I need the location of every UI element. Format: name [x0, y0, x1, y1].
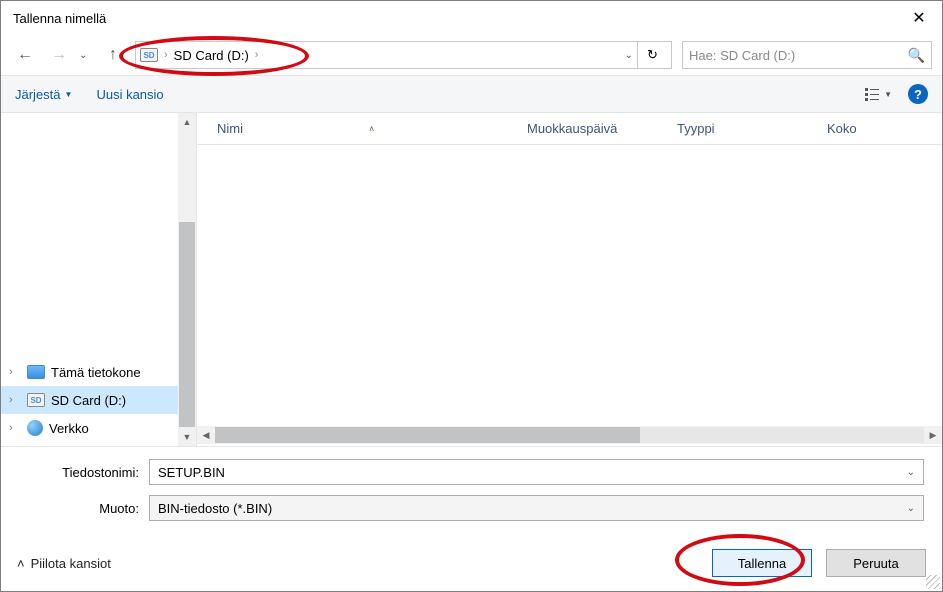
sidebar-item-label: Verkko	[49, 421, 89, 436]
chevron-up-icon: ˄	[17, 556, 25, 571]
format-label: Muoto:	[19, 501, 149, 516]
scroll-right-icon[interactable]: ▶	[924, 426, 942, 444]
column-modified-label: Muokkauspäivä	[527, 121, 617, 136]
navbar: ← → ⌄ ↑ SD › SD Card (D:) › ⌄ ↻ Hae: SD …	[1, 35, 942, 75]
breadcrumb-separator: ›	[255, 49, 259, 61]
up-button[interactable]: ↑	[101, 43, 125, 67]
breadcrumb-separator: ›	[164, 49, 168, 61]
resize-grip[interactable]	[926, 575, 940, 589]
recent-locations-button[interactable]: ⌄	[79, 50, 95, 61]
nav-tree: › Tämä tietokone › SD SD Card (D:) › Ver…	[1, 358, 196, 446]
search-input[interactable]: Hae: SD Card (D:) 🔍	[682, 41, 932, 69]
column-headers: Nimi ˄ Muokkauspäivä Tyyppi Koko	[197, 113, 942, 145]
sd-card-icon: SD	[140, 48, 158, 62]
file-pane: Nimi ˄ Muokkauspäivä Tyyppi Koko ◀ ▶	[197, 113, 942, 446]
view-options-button[interactable]: ▼	[864, 86, 892, 102]
chevron-right-icon[interactable]: ›	[9, 422, 21, 434]
format-select[interactable]: BIN-tiedosto (*.BIN) ⌄	[149, 495, 924, 521]
close-button[interactable]: ✕	[896, 1, 942, 35]
chevron-down-icon: ▼	[65, 90, 73, 99]
forward-button[interactable]: →	[45, 41, 73, 69]
file-list[interactable]	[197, 145, 942, 426]
toolbar: Järjestä ▼ Uusi kansio ▼ ?	[1, 75, 942, 113]
arrow-up-icon: ↑	[109, 46, 117, 64]
sd-card-icon: SD	[27, 393, 45, 407]
help-icon: ?	[914, 87, 922, 102]
breadcrumb-location[interactable]: SD Card (D:)	[174, 48, 249, 63]
footer: ˄ Piilota kansiot Tallenna Peruuta	[1, 539, 942, 591]
scrollbar-thumb[interactable]	[215, 427, 640, 443]
arrow-right-icon: →	[51, 46, 67, 64]
sidebar: › Tämä tietokone › SD SD Card (D:) › Ver…	[1, 113, 197, 446]
back-button[interactable]: ←	[11, 41, 39, 69]
chevron-down-icon[interactable]: ⌄	[907, 467, 915, 478]
column-size[interactable]: Koko	[827, 121, 927, 136]
new-folder-button[interactable]: Uusi kansio	[96, 87, 163, 102]
sidebar-item-label: Tämä tietokone	[51, 365, 141, 380]
refresh-button[interactable]: ↻	[637, 42, 667, 68]
save-button-label: Tallenna	[738, 556, 786, 571]
filename-value: SETUP.BIN	[158, 465, 225, 480]
organize-label: Järjestä	[15, 87, 61, 102]
column-name[interactable]: Nimi ˄	[217, 121, 527, 136]
save-button[interactable]: Tallenna	[712, 549, 812, 577]
sort-ascending-icon: ˄	[369, 124, 374, 134]
chevron-down-icon[interactable]: ⌄	[907, 503, 915, 514]
list-view-icon	[864, 86, 880, 102]
network-icon	[27, 420, 43, 436]
organize-menu[interactable]: Järjestä ▼	[15, 87, 72, 102]
refresh-icon: ↻	[647, 47, 658, 63]
titlebar: Tallenna nimellä ✕	[1, 1, 942, 35]
pc-icon	[27, 365, 45, 379]
chevron-down-icon: ▼	[884, 90, 892, 99]
scroll-up-icon[interactable]: ▲	[178, 113, 196, 131]
search-placeholder: Hae: SD Card (D:)	[689, 48, 795, 63]
scroll-down-icon[interactable]: ▼	[178, 428, 196, 446]
body: › Tämä tietokone › SD SD Card (D:) › Ver…	[1, 113, 942, 446]
format-value: BIN-tiedosto (*.BIN)	[158, 501, 272, 516]
chevron-right-icon[interactable]: ›	[9, 394, 21, 406]
chevron-right-icon[interactable]: ›	[9, 366, 21, 378]
save-form: Tiedostonimi: SETUP.BIN ⌄ Muoto: BIN-tie…	[1, 446, 942, 539]
hide-folders-button[interactable]: ˄ Piilota kansiot	[17, 556, 111, 571]
column-name-label: Nimi	[217, 121, 243, 136]
sidebar-scrollbar[interactable]: ▲ ▼	[178, 113, 196, 446]
column-type[interactable]: Tyyppi	[677, 121, 827, 136]
window-title: Tallenna nimellä	[13, 11, 106, 26]
scroll-left-icon[interactable]: ◀	[197, 426, 215, 444]
sidebar-item-label: SD Card (D:)	[51, 393, 126, 408]
filename-label: Tiedostonimi:	[19, 465, 149, 480]
sidebar-item-this-pc[interactable]: › Tämä tietokone	[1, 358, 196, 386]
cancel-button-label: Peruuta	[853, 556, 899, 571]
hide-folders-label: Piilota kansiot	[31, 556, 111, 571]
sidebar-item-network[interactable]: › Verkko	[1, 414, 196, 442]
chevron-down-icon[interactable]: ⌄	[625, 50, 633, 61]
filename-input[interactable]: SETUP.BIN ⌄	[149, 459, 924, 485]
column-size-label: Koko	[827, 121, 857, 136]
cancel-button[interactable]: Peruuta	[826, 549, 926, 577]
search-icon: 🔍	[908, 47, 925, 64]
horizontal-scrollbar[interactable]: ◀ ▶	[197, 426, 942, 444]
arrow-left-icon: ←	[17, 46, 33, 64]
sidebar-item-sd-card[interactable]: › SD SD Card (D:)	[1, 386, 196, 414]
close-icon: ✕	[912, 8, 925, 28]
column-modified[interactable]: Muokkauspäivä	[527, 121, 677, 136]
new-folder-label: Uusi kansio	[96, 87, 163, 102]
chevron-down-icon: ⌄	[79, 50, 87, 61]
scrollbar-thumb[interactable]	[179, 222, 195, 427]
column-type-label: Tyyppi	[677, 121, 715, 136]
address-bar[interactable]: SD › SD Card (D:) › ⌄ ↻	[135, 41, 672, 69]
help-button[interactable]: ?	[908, 84, 928, 104]
